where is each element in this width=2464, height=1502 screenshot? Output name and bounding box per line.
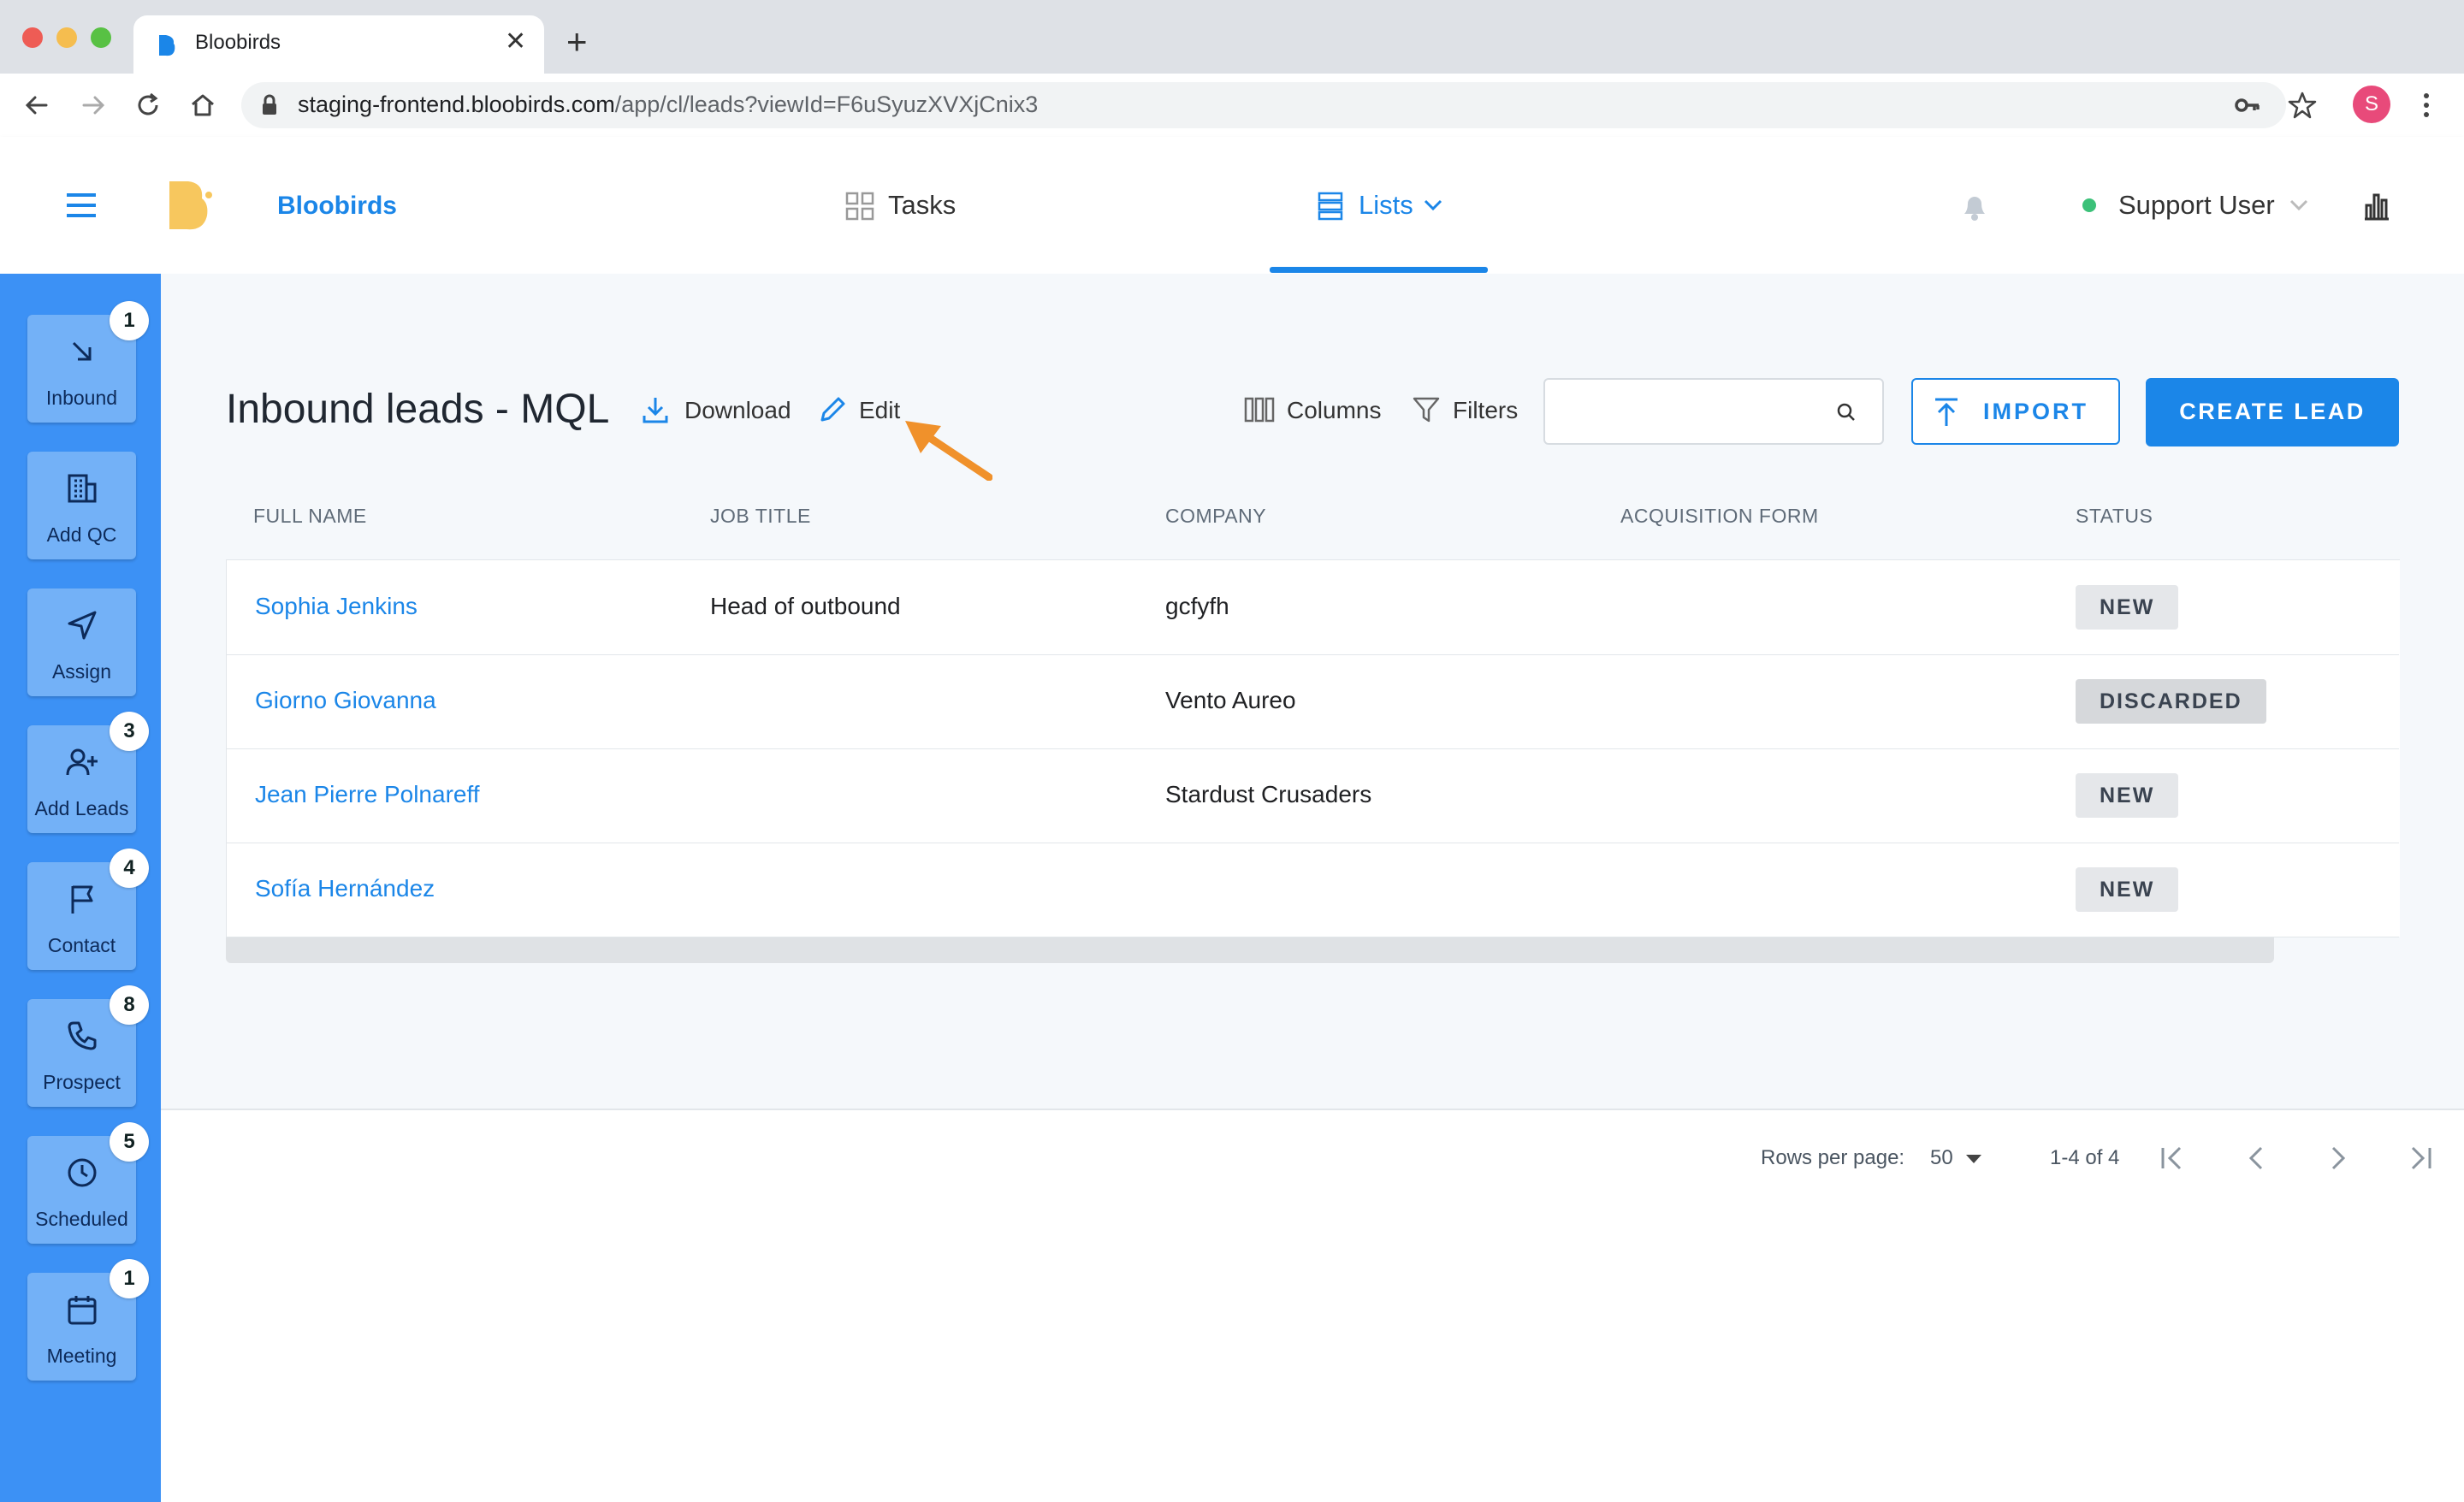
- status-badge: NEW: [2076, 773, 2179, 818]
- column-header-job-title[interactable]: JOB TITLE: [710, 505, 811, 528]
- list-icon[interactable]: [1318, 192, 1343, 221]
- rows-dropdown-icon[interactable]: [1964, 1153, 1983, 1165]
- brand-name[interactable]: Bloobirds: [277, 192, 397, 221]
- table-row[interactable]: Sofía Hernández NEW: [226, 843, 2399, 937]
- pagination-range: 1-4 of 4: [2050, 1146, 2120, 1169]
- column-header-company[interactable]: COMPANY: [1165, 505, 1266, 528]
- annotation-arrow-icon: [905, 421, 992, 481]
- url-text: staging-frontend.bloobirds.com/app/cl/le…: [298, 92, 1039, 117]
- scheduled-count-badge: 5: [110, 1122, 149, 1162]
- forward-icon[interactable]: [77, 89, 110, 121]
- inbound-count-badge: 1: [110, 301, 149, 340]
- column-header-acquisition-form[interactable]: ACQUISITION FORM: [1620, 505, 1819, 528]
- add-leads-count-badge: 3: [110, 712, 149, 751]
- previous-page-icon[interactable]: [2240, 1141, 2274, 1175]
- flag-icon: [71, 885, 93, 914]
- horizontal-scrollbar[interactable]: [226, 937, 2274, 963]
- sidebar-item-add-qc[interactable]: Add QC: [27, 452, 136, 559]
- column-header-full-name[interactable]: FULL NAME: [253, 505, 367, 528]
- footer-divider: [161, 1109, 2464, 1110]
- lead-job-title: Head of outbound: [710, 593, 901, 619]
- bloobirds-logo-icon: [169, 181, 212, 230]
- window-close-button[interactable]: [22, 27, 43, 48]
- rows-per-page-select[interactable]: 50: [1930, 1146, 1953, 1170]
- building-icon: [68, 474, 97, 503]
- phone-icon: [68, 1021, 97, 1050]
- import-button[interactable]: IMPORT: [1911, 378, 2120, 445]
- lead-company: gcfyfh: [1165, 593, 1229, 619]
- lead-name-link[interactable]: Sophia Jenkins: [255, 593, 418, 620]
- bell-icon[interactable]: [1959, 190, 1990, 222]
- grid-icon[interactable]: [845, 192, 874, 221]
- status-badge: DISCARDED: [2076, 679, 2266, 724]
- send-icon: [68, 611, 97, 640]
- user-chevron-down-icon[interactable]: [2289, 198, 2308, 212]
- window-minimize-button[interactable]: [56, 27, 77, 48]
- prospect-count-badge: 8: [110, 985, 149, 1025]
- last-page-icon[interactable]: [2402, 1141, 2437, 1175]
- search-input[interactable]: [1543, 378, 1884, 445]
- browser-tab-title: Bloobirds: [195, 31, 281, 54]
- next-page-icon[interactable]: [2320, 1141, 2354, 1175]
- calendar-icon: [68, 1296, 97, 1325]
- lead-name-link[interactable]: Jean Pierre Polnareff: [255, 781, 480, 808]
- lead-name-link[interactable]: Sofía Hernández: [255, 875, 435, 902]
- back-icon[interactable]: [21, 89, 53, 121]
- contact-count-badge: 4: [110, 849, 149, 888]
- online-status-dot: [2082, 198, 2096, 212]
- key-icon[interactable]: [2233, 91, 2262, 120]
- lead-company: Vento Aureo: [1165, 687, 1296, 713]
- status-badge: NEW: [2076, 585, 2179, 630]
- profile-avatar[interactable]: S: [2353, 86, 2390, 123]
- home-icon[interactable]: [187, 89, 219, 121]
- window-zoom-button[interactable]: [91, 27, 111, 48]
- filter-icon[interactable]: [1412, 395, 1441, 424]
- download-icon[interactable]: [642, 395, 669, 424]
- dashboard-chart-icon[interactable]: [2361, 190, 2392, 221]
- upload-icon: [1935, 398, 1958, 426]
- new-tab-icon[interactable]: +: [566, 24, 588, 60]
- rows-per-page-label: Rows per page:: [1761, 1146, 1905, 1169]
- clock-icon: [68, 1158, 97, 1187]
- download-button[interactable]: Download: [684, 397, 791, 424]
- status-badge: NEW: [2076, 867, 2179, 912]
- menu-dots-icon[interactable]: [2414, 89, 2438, 121]
- add-user-icon: [66, 748, 98, 776]
- lock-icon: [263, 94, 276, 115]
- column-header-status[interactable]: STATUS: [2076, 505, 2153, 528]
- lead-name-link[interactable]: Giorno Giovanna: [255, 687, 436, 714]
- filters-button[interactable]: Filters: [1453, 397, 1518, 424]
- table-row[interactable]: Giorno Giovanna Vento Aureo DISCARDED: [226, 654, 2399, 749]
- table-row[interactable]: Sophia Jenkins Head of outbound gcfyfh N…: [226, 560, 2399, 655]
- nav-tasks[interactable]: Tasks: [888, 190, 956, 221]
- reload-icon[interactable]: [132, 89, 164, 121]
- hamburger-menu-icon[interactable]: [65, 192, 98, 219]
- tab-close-icon[interactable]: ✕: [505, 29, 526, 55]
- arrow-down-right-icon: [72, 341, 92, 361]
- edit-button[interactable]: Edit: [859, 397, 900, 424]
- pencil-icon[interactable]: [818, 395, 847, 424]
- user-menu[interactable]: Support User: [2118, 190, 2275, 221]
- meeting-count-badge: 1: [110, 1259, 149, 1298]
- bloobirds-favicon-icon: [159, 35, 175, 56]
- chevron-down-icon[interactable]: [1424, 198, 1442, 212]
- columns-button[interactable]: Columns: [1287, 397, 1381, 424]
- sidebar-item-assign[interactable]: Assign: [27, 588, 136, 696]
- search-icon[interactable]: [1836, 402, 1857, 423]
- active-nav-indicator: [1270, 267, 1488, 273]
- table-row[interactable]: Jean Pierre Polnareff Stardust Crusaders…: [226, 748, 2399, 843]
- page-title: Inbound leads - MQL: [226, 387, 610, 432]
- first-page-icon[interactable]: [2156, 1141, 2190, 1175]
- nav-lists[interactable]: Lists: [1359, 190, 1413, 221]
- lead-company: Stardust Crusaders: [1165, 781, 1372, 807]
- star-icon[interactable]: [2286, 89, 2319, 121]
- create-lead-button[interactable]: CREATE LEAD: [2146, 378, 2399, 446]
- columns-icon[interactable]: [1244, 397, 1275, 423]
